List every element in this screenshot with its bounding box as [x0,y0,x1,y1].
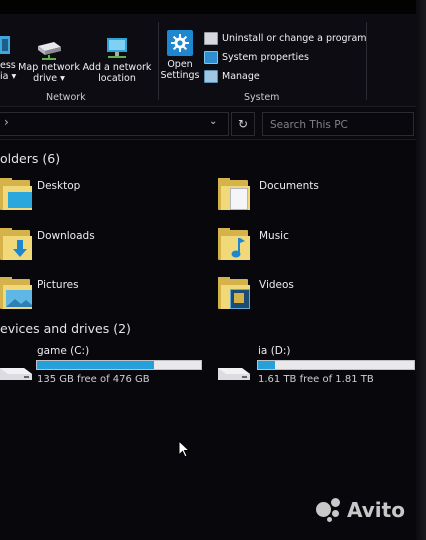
folder-label: Pictures [37,279,79,291]
chevron-down-icon[interactable]: ⌄ [209,116,217,127]
music-folder-icon [218,228,252,262]
avito-watermark: Avito [316,498,405,522]
desktop-folder-icon [0,178,34,212]
uninstall-icon [204,31,218,45]
folder-label: Documents [259,180,319,192]
folder-item-documents[interactable]: Documents [218,178,319,210]
address-bar[interactable]: › ⌄ [0,112,229,136]
hard-drive-icon [218,368,250,380]
videos-folder-icon [218,277,252,311]
folder-item-pictures[interactable]: Pictures [0,277,79,309]
ribbon-separator [366,22,367,100]
this-pc-content: olders (6) Desktop Documents Downloads M… [0,140,416,540]
folder-label: Downloads [37,230,95,242]
folder-item-videos[interactable]: Videos [218,277,294,309]
manage-button[interactable]: Manage [204,69,260,83]
folders-section-header[interactable]: olders (6) [0,151,60,166]
folder-item-music[interactable]: Music [218,228,289,260]
open-settings-button[interactable]: Open Settings [160,30,200,81]
drive-name: ia (D:) [258,345,291,357]
downloads-folder-icon [0,228,34,262]
uninstall-program-button[interactable]: Uninstall or change a program [204,31,367,45]
network-drive-icon [38,42,61,60]
refresh-button[interactable]: ↻ [231,112,255,136]
manage-icon [204,69,218,83]
ribbon: ess ia ▾ Map network drive ▾ Add a netwo… [0,14,416,106]
access-media-button[interactable]: ess ia ▾ [0,32,20,82]
chevron-right-icon[interactable]: › [4,115,9,129]
search-input[interactable] [263,114,413,136]
map-network-drive-button[interactable]: Map network drive ▾ [18,38,80,84]
drive-free-space: 1.61 TB free of 1.81 TB [258,374,374,385]
add-network-location-button[interactable]: Add a network location [82,36,152,84]
hard-drive-icon [0,368,32,380]
avito-logo-icon [316,498,342,522]
drive-free-space: 135 GB free of 476 GB [37,374,150,385]
folder-item-desktop[interactable]: Desktop [0,178,81,210]
network-location-icon [107,38,127,58]
drive-usage-bar [257,360,415,370]
avito-text: Avito [347,498,405,522]
folder-label: Music [259,230,289,242]
address-bar-row: › ⌄ ↻ [0,106,416,140]
system-properties-button[interactable]: System properties [204,50,309,64]
gear-icon [167,30,193,56]
drives-section-header[interactable]: evices and drives (2) [0,321,131,336]
screen-bezel-top [0,0,426,14]
system-group-label: System [244,92,280,103]
media-icon [0,36,10,54]
drive-usage-bar [36,360,202,370]
folder-label: Desktop [37,180,81,192]
folder-item-downloads[interactable]: Downloads [0,228,95,260]
search-box[interactable] [262,112,414,136]
ribbon-separator [158,22,159,100]
pictures-folder-icon [0,277,34,311]
folder-label: Videos [259,279,294,291]
screen-bezel-right [416,0,426,540]
drive-name: game (C:) [37,345,90,357]
system-properties-icon [204,50,218,64]
network-group-label: Network [46,92,86,103]
documents-folder-icon [218,178,252,212]
mouse-cursor-icon [178,440,190,458]
